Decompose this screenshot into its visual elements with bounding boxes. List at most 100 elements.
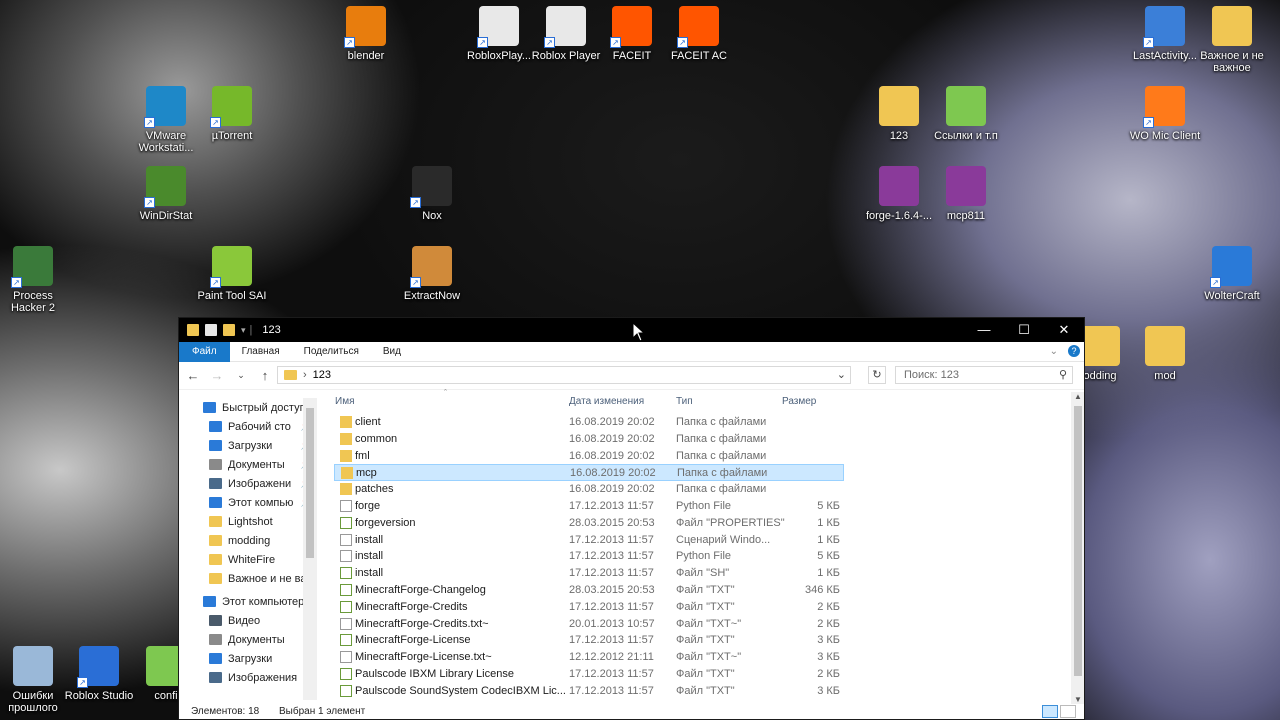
nav-item[interactable]: Документы📌 <box>179 455 318 474</box>
column-name[interactable]: Имя <box>335 396 354 407</box>
tab-home[interactable]: Главная <box>230 342 292 362</box>
file-size: 5 КБ <box>817 550 840 563</box>
file-size: 346 КБ <box>804 584 840 596</box>
file-row[interactable]: forgeversion 28.03.2015 20:53 Файл "PROPER… <box>334 515 844 532</box>
large-icons-view-icon[interactable] <box>1060 705 1076 718</box>
file-row[interactable]: fml 16.08.2019 20:02 Папка с файлами <box>334 448 844 465</box>
column-type[interactable]: Тип <box>676 396 693 407</box>
file-row[interactable]: install 17.12.2013 11:57 Python File 5 КБ <box>334 548 844 565</box>
file-row[interactable]: MinecraftForge-License 17.12.2013 11:57 Фа… <box>334 632 844 649</box>
help-icon[interactable]: ? <box>1068 345 1080 357</box>
nav-item[interactable]: Быстрый доступ <box>179 398 318 417</box>
file-list-scrollbar[interactable]: ▲ ▼ <box>1071 392 1084 704</box>
new-folder-icon[interactable] <box>223 324 235 336</box>
desktop-icon-mcp811[interactable]: mcp811 <box>928 166 1004 222</box>
maximize-button[interactable]: ☐ <box>1004 318 1044 342</box>
nav-item[interactable]: Изображени📌 <box>179 474 318 493</box>
desktop-icon-label: WO Mic Client <box>1129 130 1201 142</box>
file-row[interactable]: MinecraftForge-License.txt~ 12.12.2012 21… <box>334 649 844 666</box>
desktop-icon-vmware[interactable]: ↗ VMware Workstati... <box>128 86 204 154</box>
file-row[interactable]: forge 17.12.2013 11:57 Python File 5 КБ <box>334 498 844 515</box>
woltercraft-icon: ↗ <box>1210 246 1252 288</box>
desktop-icon-extractnow[interactable]: ↗ ExtractNow <box>394 246 470 302</box>
modding-icon <box>1080 326 1120 366</box>
file-row[interactable]: install 17.12.2013 11:57 Файл "SH" 1 КБ <box>334 565 844 582</box>
nav-item[interactable]: Загрузки <box>179 649 318 668</box>
nav-item[interactable]: Видео <box>179 611 318 630</box>
desktop-icon-roblox-player-1[interactable]: ↗ RobloxPlay... <box>461 6 537 62</box>
nav-item[interactable]: modding <box>179 531 318 550</box>
desktop-icon-forge-rar[interactable]: forge-1.6.4-... <box>861 166 937 222</box>
file-type: Файл "SH" <box>676 567 730 580</box>
file-row[interactable]: Paulscode SoundSystem CodecIBXM Lic... 17… <box>334 683 844 700</box>
nav-item[interactable]: Документы <box>179 630 318 649</box>
desktop-icon-wo-mic[interactable]: ↗ WO Mic Client <box>1127 86 1203 142</box>
shortcut-arrow-icon: ↗ <box>344 37 355 48</box>
desktop-icon-lastactivity[interactable]: ↗ LastActivity... <box>1127 6 1203 62</box>
customize-toolbar-icon[interactable]: ▾ <box>241 325 246 336</box>
nav-item[interactable]: Важное и не ва <box>179 569 318 588</box>
address-bar[interactable]: › 123 ⌄ <box>277 366 851 384</box>
desktop-icon-painttool[interactable]: ↗ Paint Tool SAI <box>194 246 270 302</box>
nav-item[interactable]: WhiteFire <box>179 550 318 569</box>
forward-arrow-icon[interactable]: → <box>209 368 225 383</box>
column-date-modified[interactable]: Дата изменения <box>569 396 644 407</box>
desktop-icon-faceit[interactable]: ↗ FACEIT <box>594 6 670 62</box>
navigation-pane: Быстрый доступРабочий сто📌Загрузки📌Докум… <box>179 398 318 700</box>
properties-icon[interactable] <box>205 324 217 336</box>
file-row[interactable]: patches 16.08.2019 20:02 Папка с файлами <box>334 481 844 498</box>
desktop-icon-woltercraft[interactable]: ↗ WolterCraft <box>1194 246 1270 302</box>
expand-ribbon-icon[interactable]: ⌄ <box>1050 346 1058 357</box>
tab-file[interactable]: Файл <box>179 341 230 362</box>
search-input[interactable]: Поиск: 123 ⚲ <box>895 366 1073 384</box>
file-row[interactable]: MinecraftForge-Credits 17.12.2013 11:57 Фа… <box>334 599 844 616</box>
nav-item[interactable]: Рабочий сто📌 <box>179 417 318 436</box>
back-arrow-icon[interactable]: ← <box>185 368 201 383</box>
file-row[interactable]: mcp 16.08.2019 20:02 Папка с файлами <box>334 464 844 482</box>
nav-item[interactable]: Этот компью📌 <box>179 493 318 512</box>
file-row[interactable]: client 16.08.2019 20:02 Папка с файлами <box>334 414 844 431</box>
desktop-icon-utorrent[interactable]: ↗ µTorrent <box>194 86 270 142</box>
file-date: 16.08.2019 20:02 <box>569 416 655 428</box>
breadcrumb[interactable]: 123 <box>313 369 331 381</box>
desktop-icon-label: WinDirStat <box>139 210 193 222</box>
file-row[interactable]: MinecraftForge-Credits.txt~ 20.01.2013 10… <box>334 616 844 633</box>
desktop-icon-vazhnoe[interactable]: Важное и не важное <box>1194 6 1270 74</box>
nav-item[interactable]: Изображения <box>179 668 318 687</box>
scroll-up-icon[interactable]: ▲ <box>1074 392 1082 401</box>
address-dropdown-icon[interactable]: ⌄ <box>837 368 846 381</box>
mod-icon <box>1145 326 1185 366</box>
refresh-icon[interactable]: ↻ <box>868 366 886 384</box>
desktop-icon-faceit-ac[interactable]: ↗ FACEIT AC <box>661 6 737 62</box>
nav-item[interactable]: Загрузки📌 <box>179 436 318 455</box>
desktop-icon-roblox-player-2[interactable]: ↗ Roblox Player <box>528 6 604 62</box>
tab-share[interactable]: Поделиться <box>292 342 371 362</box>
file-row[interactable]: common 16.08.2019 20:02 Папка с файлами <box>334 431 844 448</box>
desktop-icon-ssylki[interactable]: Ссылки и т.п <box>928 86 1004 142</box>
file-row[interactable]: Paulscode IBXM Library License 17.12.2013… <box>334 666 844 683</box>
desktop-icon-mod[interactable]: mod <box>1127 326 1203 382</box>
up-arrow-icon[interactable]: ↑ <box>257 368 273 383</box>
desktop-icon-blender[interactable]: ↗ blender <box>328 6 404 62</box>
shortcut-arrow-icon: ↗ <box>410 277 421 288</box>
file-row[interactable]: install 17.12.2013 11:57 Сценарий Windo...… <box>334 532 844 549</box>
navigation-pane-scrollbar[interactable] <box>303 398 317 700</box>
file-type: Файл "TXT~" <box>676 617 742 630</box>
file-row[interactable]: MinecraftForge-Changelog 28.03.2015 20:53… <box>334 582 844 599</box>
shortcut-arrow-icon: ↗ <box>1210 277 1221 288</box>
details-view-icon[interactable] <box>1042 705 1058 718</box>
desktop-icon-windirstat[interactable]: ↗ WinDirStat <box>128 166 204 222</box>
nav-item[interactable]: Этот компьютер <box>179 592 318 611</box>
close-button[interactable]: ✕ <box>1044 318 1084 342</box>
column-size[interactable]: Размер <box>782 396 816 407</box>
minimize-button[interactable]: — <box>964 318 1004 342</box>
recent-locations-icon[interactable]: ⌄ <box>233 370 249 381</box>
tab-view[interactable]: Вид <box>371 342 413 362</box>
desktop-icon-folder-123[interactable]: 123 <box>861 86 937 142</box>
desktop-icon-roblox-studio[interactable]: ↗ Roblox Studio <box>61 646 137 702</box>
desktop-icon-process-hacker[interactable]: ↗ Process Hacker 2 <box>0 246 71 314</box>
desktop-icon-nox[interactable]: ↗ Nox <box>394 166 470 222</box>
nav-item[interactable]: Lightshot <box>179 512 318 531</box>
scroll-down-icon[interactable]: ▼ <box>1074 695 1082 704</box>
breadcrumb-chevron-icon[interactable]: › <box>303 369 307 381</box>
